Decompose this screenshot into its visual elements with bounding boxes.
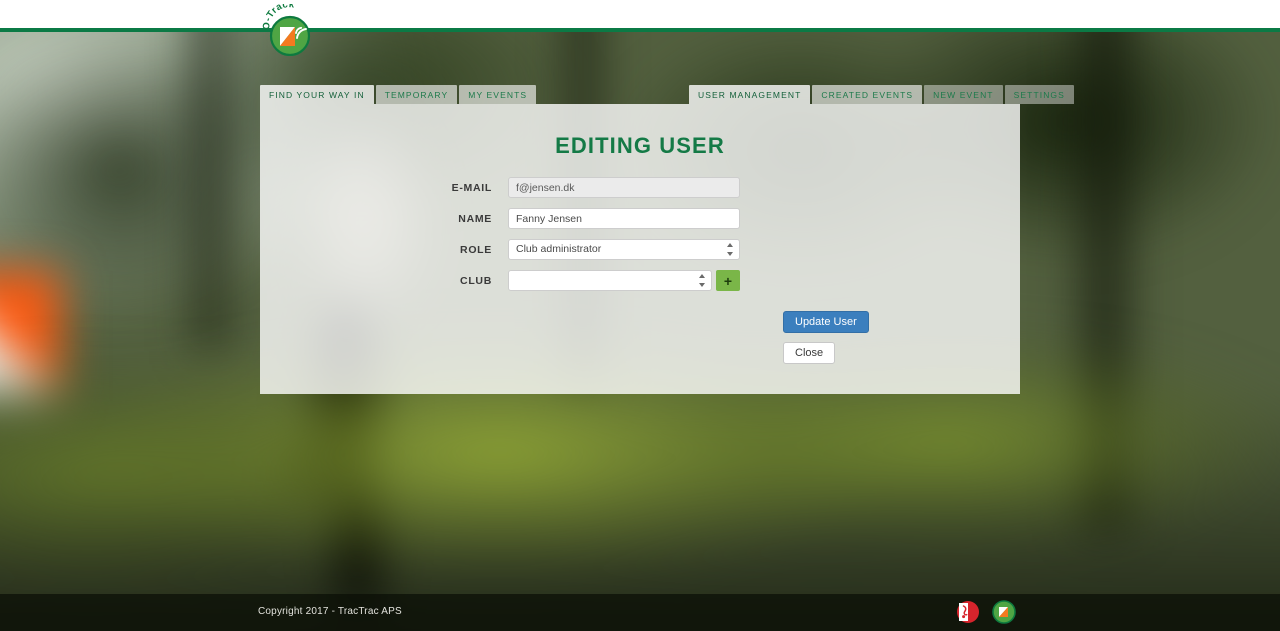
form-row-role: ROLE Club administrator: [260, 239, 1020, 260]
danish-orienteering-federation-logo-icon[interactable]: [956, 600, 980, 624]
admin-tab-strip: USER MANAGEMENT CREATED EVENTS NEW EVENT…: [689, 85, 1074, 104]
page-title: EDITING USER: [555, 133, 725, 158]
tab-settings[interactable]: SETTINGS: [1004, 85, 1074, 104]
role-select[interactable]: Club administrator: [508, 239, 740, 260]
edit-user-form: E-MAIL NAME ROLE Club administrator: [260, 177, 1020, 364]
add-club-button[interactable]: +: [716, 270, 740, 291]
tab-new-event[interactable]: NEW EVENT: [924, 85, 1003, 104]
role-label: ROLE: [460, 243, 492, 256]
page-root: Sign out O-Track FIND YOUR WAY IN TEMPOR…: [0, 0, 1280, 631]
club-select[interactable]: [508, 270, 712, 291]
form-row-name: NAME: [260, 208, 1020, 229]
o-track-mark-icon[interactable]: [992, 600, 1016, 624]
editing-user-panel: EDITING USER E-MAIL NAME ROLE Club admin…: [260, 104, 1020, 394]
header-bar: [0, 0, 1280, 31]
form-row-email: E-MAIL: [260, 177, 1020, 198]
name-field[interactable]: [508, 208, 740, 229]
update-user-button[interactable]: Update User: [783, 311, 869, 333]
copyright-text: Copyright 2017 - TracTrac APS: [258, 606, 402, 617]
form-actions: Update User Close: [260, 311, 1020, 364]
club-label: CLUB: [460, 274, 492, 287]
footer-logo-group: [956, 600, 1016, 624]
tab-temporary[interactable]: TEMPORARY: [375, 85, 458, 104]
tab-created-events[interactable]: CREATED EVENTS: [812, 85, 923, 104]
name-label: NAME: [458, 212, 492, 225]
club-select-wrap: [508, 270, 712, 291]
tab-find-your-way-in[interactable]: FIND YOUR WAY IN: [260, 85, 374, 104]
header-green-rule: [0, 28, 1280, 32]
email-label: E-MAIL: [451, 181, 492, 194]
role-select-wrap: Club administrator: [508, 239, 740, 260]
tab-user-management[interactable]: USER MANAGEMENT: [689, 85, 811, 104]
form-row-club: CLUB +: [260, 270, 1020, 291]
close-button[interactable]: Close: [783, 342, 836, 364]
footer-bar: Copyright 2017 - TracTrac APS: [0, 594, 1280, 631]
tab-my-events[interactable]: MY EVENTS: [459, 85, 537, 104]
email-field[interactable]: [508, 177, 740, 198]
primary-tab-strip: FIND YOUR WAY IN TEMPORARY MY EVENTS: [260, 85, 537, 104]
o-track-logo-icon[interactable]: O-Track: [261, 0, 316, 57]
